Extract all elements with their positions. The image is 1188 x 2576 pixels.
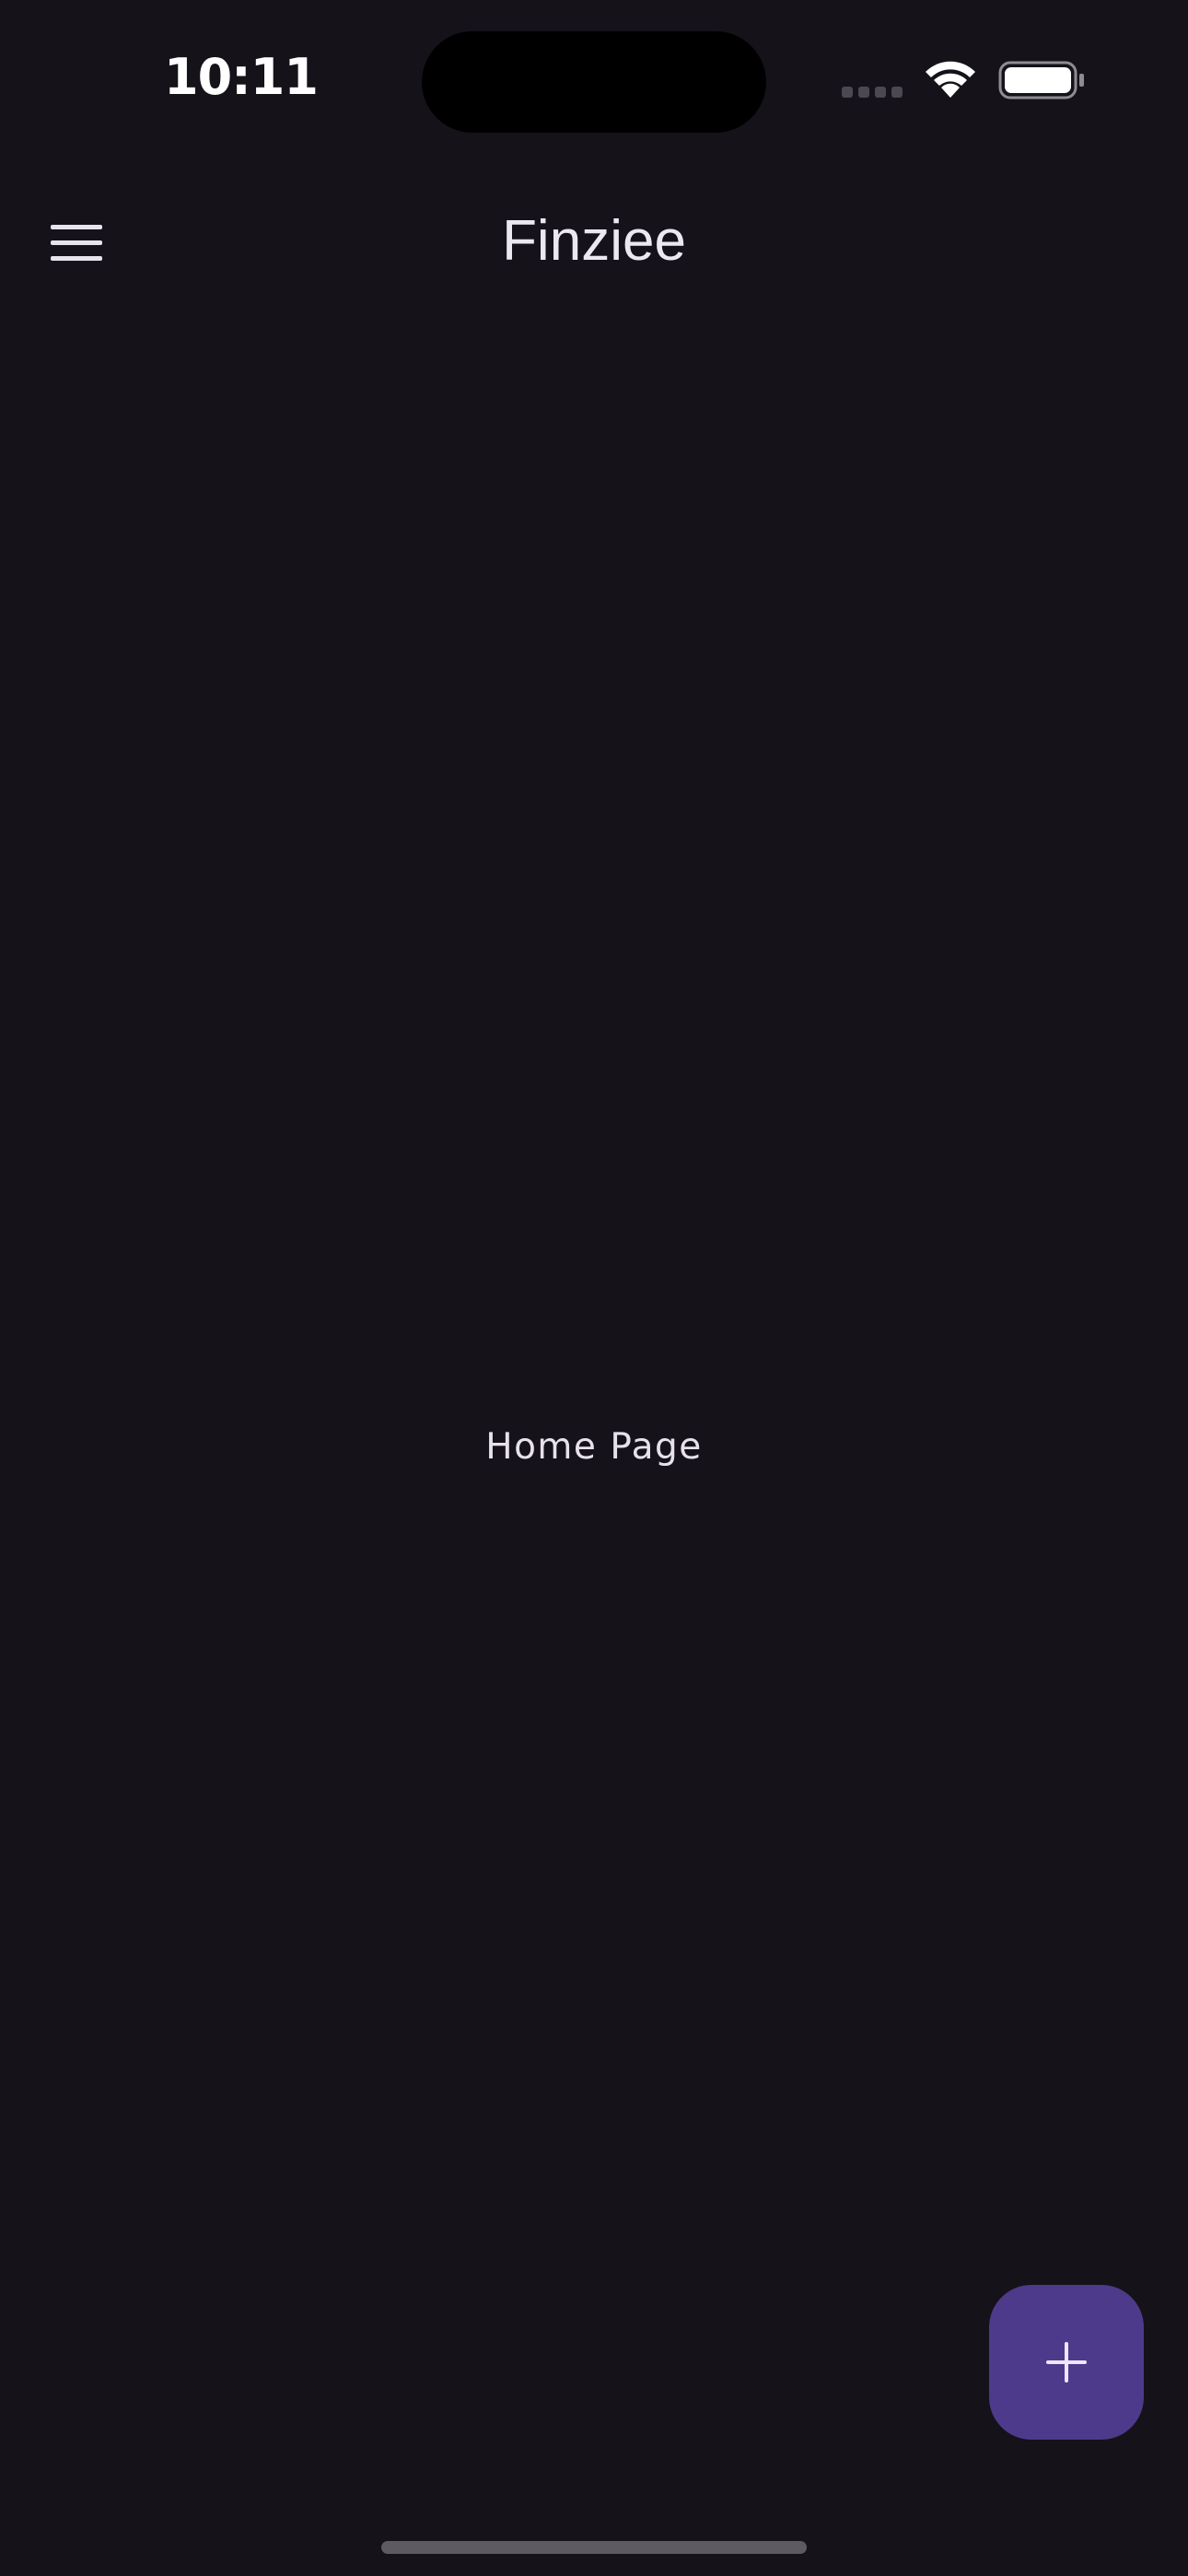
plus-icon [1046, 2342, 1087, 2383]
status-time: 10:11 [164, 48, 319, 106]
status-bar: 10:11 [0, 0, 1188, 157]
cellular-signal-icon [842, 87, 904, 100]
wifi-icon [921, 57, 980, 100]
add-button[interactable] [989, 2285, 1144, 2440]
dynamic-island [422, 31, 766, 133]
battery-full-icon [998, 61, 1087, 100]
home-page-text: Home Page [485, 1426, 703, 1468]
page-title: Finziee [502, 209, 686, 273]
app-bar: Finziee [0, 184, 1188, 299]
home-indicator[interactable] [381, 2541, 807, 2554]
